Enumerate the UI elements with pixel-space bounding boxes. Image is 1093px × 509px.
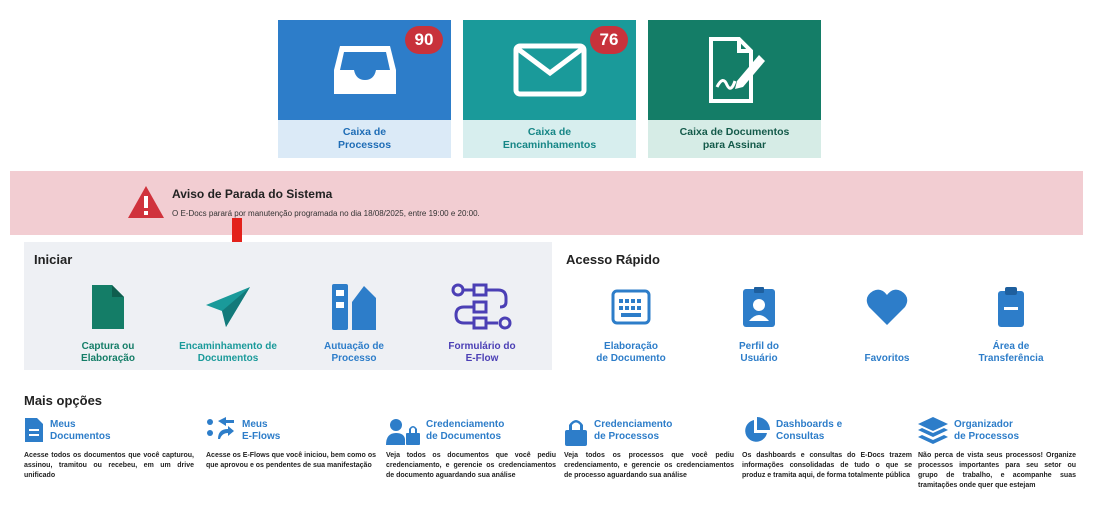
system-alert-banner: Aviso de Parada do Sistema O E-Docs para… <box>10 171 1083 235</box>
flow-icon <box>451 283 512 330</box>
opt-description: Veja todos os processos que você pediu c… <box>564 452 734 479</box>
qa-item-label: Favoritos <box>864 353 910 364</box>
my-documents-icon <box>25 418 43 442</box>
process-icon <box>332 284 376 330</box>
start-item-label: Autuação de Processo <box>323 341 384 364</box>
warning-icon <box>128 186 164 218</box>
opt-description: Os dashboards e consultas do E-Docs traz… <box>742 452 912 479</box>
paper-plane-icon <box>206 287 250 327</box>
qa-perfil-usuario[interactable]: Perfil do Usuário <box>704 279 814 365</box>
start-captura-elaboracao[interactable]: Captura ou Elaboração <box>48 279 168 365</box>
opt-name: Dashboards e Consultas <box>776 419 843 442</box>
eflows-icon <box>207 417 234 439</box>
opt-description: Acesse todos os documentos que você capt… <box>24 452 194 479</box>
alert-title: Aviso de Parada do Sistema <box>172 187 333 201</box>
opt-credenciamento-processos[interactable]: Credenciamento de Processos Veja todos o… <box>564 417 734 481</box>
pie-chart-icon <box>745 417 770 442</box>
opt-description: Não perca de vista seus processos! Organ… <box>918 452 1076 489</box>
keyboard-icon <box>611 289 651 325</box>
acesso-rapido-panel: Acesso Rápido Elaboração de Documento Pe… <box>558 242 1078 370</box>
opt-description: Veja todos os documentos que você pediu … <box>386 452 556 479</box>
tile-caixa-de-documentos-para-assinar[interactable]: Caixa de Documentos para Assinar <box>648 20 821 158</box>
qa-favoritos[interactable]: Favoritos <box>832 279 942 365</box>
opt-name: Credenciamento de Documentos <box>426 419 505 442</box>
inbox-tray-icon <box>333 46 396 94</box>
qa-elaboracao-documento[interactable]: Elaboração de Documento <box>576 279 686 365</box>
qa-item-label: Área de Transferência <box>978 341 1044 364</box>
start-encaminhamento-documentos[interactable]: Encaminhamento de Documentos <box>168 279 288 365</box>
document-icon <box>92 285 124 329</box>
tile-label: Caixa de Processos <box>278 120 451 158</box>
inbox-tiles: 90 Caixa de Processos 76 Caixa de Encami… <box>278 20 821 158</box>
opt-organizador-processos[interactable]: Organizador de Processos Não perca de vi… <box>918 417 1076 491</box>
process-count-badge: 90 <box>405 26 443 54</box>
alert-message: O E-Docs parará por manutenção programad… <box>172 209 480 218</box>
iniciar-panel: Iniciar Captura ou Elaboração Encaminham… <box>24 242 552 370</box>
acesso-rapido-title: Acesso Rápido <box>566 252 660 267</box>
opt-name: Meus Documentos <box>50 419 111 442</box>
start-autuacao-processo[interactable]: Autuação de Processo <box>294 279 414 365</box>
envelope-icon <box>513 43 586 97</box>
opt-name: Organizador de Processos <box>954 419 1020 442</box>
qa-item-label: Elaboração de Documento <box>596 341 666 364</box>
iniciar-title: Iniciar <box>34 252 73 267</box>
forwarding-count-badge: 76 <box>590 26 628 54</box>
heart-icon <box>866 289 908 325</box>
opt-name: Meus E-Flows <box>242 419 281 442</box>
id-badge-icon <box>743 287 775 327</box>
qa-area-transferencia[interactable]: Área de Transferência <box>956 279 1066 365</box>
clipboard-icon <box>998 287 1024 327</box>
layers-icon <box>918 417 948 444</box>
user-lock-icon <box>386 419 420 445</box>
opt-dashboards-consultas[interactable]: Dashboards e Consultas Os dashboards e c… <box>742 417 912 481</box>
lock-icon <box>565 420 587 446</box>
qa-item-label: Perfil do Usuário <box>738 341 779 364</box>
tile-label: Caixa de Documentos para Assinar <box>648 120 821 158</box>
tile-label: Caixa de Encaminhamentos <box>463 120 636 158</box>
start-formulario-eflow[interactable]: Formulário do E-Flow <box>422 279 542 365</box>
opt-description: Acesse os E-Flows que você iniciou, bem … <box>206 452 376 469</box>
start-item-label: Captura ou Elaboração <box>81 341 135 364</box>
opt-credenciamento-documentos[interactable]: Credenciamento de Documentos Veja todos … <box>386 417 556 481</box>
start-item-label: Encaminhamento de Documentos <box>179 341 277 364</box>
tile-caixa-de-encaminhamentos[interactable]: 76 Caixa de Encaminhamentos <box>463 20 636 158</box>
opt-meus-eflows[interactable]: Meus E-Flows Acesse os E-Flows que você … <box>206 417 376 471</box>
mais-opcoes-title: Mais opções <box>24 393 103 408</box>
start-item-label: Formulário do E-Flow <box>448 341 516 364</box>
document-signature-icon <box>708 37 765 103</box>
opt-name: Credenciamento de Processos <box>594 419 673 442</box>
tile-caixa-de-processos[interactable]: 90 Caixa de Processos <box>278 20 451 158</box>
opt-meus-documentos[interactable]: Meus Documentos Acesse todos os document… <box>24 417 194 481</box>
